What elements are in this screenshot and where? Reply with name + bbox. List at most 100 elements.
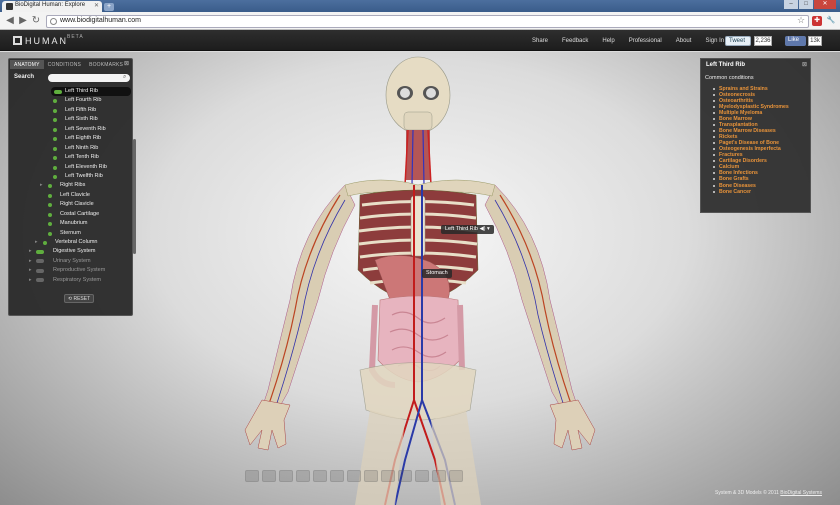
- new-tab-button[interactable]: +: [104, 3, 114, 11]
- audio-icon[interactable]: ◀): [479, 226, 485, 232]
- forward-icon[interactable]: ▶: [17, 15, 29, 27]
- isolate-tool-icon[interactable]: [347, 470, 361, 482]
- visibility-dot-icon[interactable]: [48, 231, 52, 236]
- nav-feedback[interactable]: Feedback: [562, 30, 588, 51]
- tree-item[interactable]: Left Eighth Rib: [9, 134, 127, 143]
- tab-bookmarks[interactable]: BOOKMARKS: [85, 60, 127, 69]
- visibility-dot-icon[interactable]: [53, 108, 57, 113]
- condition-link[interactable]: Bone Cancer: [713, 189, 789, 195]
- tree-item[interactable]: Manubrium: [9, 219, 127, 228]
- expand-icon[interactable]: ▸: [29, 247, 32, 256]
- extension-icon[interactable]: ✚: [812, 16, 822, 26]
- visibility-dot-icon[interactable]: [53, 156, 57, 161]
- info-chevron-icon[interactable]: ▾: [487, 226, 490, 232]
- visibility-dot-icon[interactable]: [53, 99, 57, 104]
- nav-help[interactable]: Help: [602, 30, 614, 51]
- select-tool-icon[interactable]: [296, 470, 310, 482]
- fade-tool-icon[interactable]: [330, 470, 344, 482]
- visibility-toggle-icon[interactable]: [36, 278, 44, 283]
- visibility-toggle-icon[interactable]: [36, 259, 44, 264]
- tree-item[interactable]: Left Eleventh Rib: [9, 163, 127, 172]
- visibility-dot-icon[interactable]: [53, 137, 57, 142]
- annotate-tool-icon[interactable]: [398, 470, 412, 482]
- tree-item[interactable]: Left Ninth Rib: [9, 144, 127, 153]
- rib-hover-label[interactable]: Left Third Rib ◀) ▾: [441, 225, 494, 234]
- tree-item-left-third-rib[interactable]: Left Third Rib: [51, 87, 131, 97]
- bookmark-star-icon[interactable]: ☆: [797, 15, 805, 26]
- tree-item[interactable]: Right Clavicle: [9, 200, 127, 209]
- pan-tool-icon[interactable]: [262, 470, 276, 482]
- search-input[interactable]: [48, 74, 130, 82]
- tree-item[interactable]: Costal Cartilage: [9, 210, 127, 219]
- visibility-dot-icon[interactable]: [43, 241, 47, 245]
- visibility-dot-icon[interactable]: [48, 203, 52, 208]
- nav-sign-in[interactable]: Sign In: [705, 30, 724, 51]
- biodigital-link[interactable]: BioDigital Systems: [780, 490, 822, 496]
- search-icon[interactable]: ⌕: [123, 74, 126, 81]
- visibility-dot-icon[interactable]: [48, 184, 52, 189]
- visibility-dot-icon[interactable]: [48, 193, 52, 198]
- fullscreen-tool-icon[interactable]: [449, 470, 463, 482]
- search-label: Search: [14, 74, 35, 80]
- visibility-toggle-icon[interactable]: [54, 89, 62, 94]
- tree-item[interactable]: Left Clavicle: [9, 191, 127, 200]
- tree-item-system[interactable]: ▸ Urinary System: [9, 257, 127, 266]
- nav-share[interactable]: Share: [532, 30, 548, 51]
- maximize-button[interactable]: □: [799, 0, 813, 9]
- nav-professional[interactable]: Professional: [629, 30, 662, 51]
- tree-item-system[interactable]: ▸ Reproductive System: [9, 266, 127, 275]
- visibility-toggle-icon[interactable]: [36, 249, 44, 254]
- hide-tool-icon[interactable]: [313, 470, 327, 482]
- expand-icon[interactable]: ▸: [29, 266, 32, 275]
- visibility-dot-icon[interactable]: [48, 222, 52, 227]
- like-count: 13k: [808, 36, 822, 46]
- tree-item-system[interactable]: ▸ Digestive System: [9, 247, 127, 256]
- stomach-hover-label[interactable]: Stomach: [422, 269, 452, 278]
- tweet-button[interactable]: Tweet: [725, 36, 751, 46]
- tab-close-icon[interactable]: ✕: [94, 2, 99, 9]
- undo-tool-icon[interactable]: [364, 470, 378, 482]
- tree-item[interactable]: Sternum: [9, 229, 127, 238]
- visibility-dot-icon[interactable]: [53, 165, 57, 170]
- visibility-dot-icon[interactable]: [53, 146, 57, 151]
- window-close-button[interactable]: ✕: [814, 0, 836, 9]
- expand-icon[interactable]: ▸: [35, 238, 38, 247]
- tree-item[interactable]: Left Tenth Rib: [9, 153, 127, 162]
- visibility-toggle-icon[interactable]: [36, 268, 44, 273]
- conditions-list: Sprains and Strains Osteonecrosis Osteoa…: [713, 86, 789, 195]
- expand-icon[interactable]: ▸: [40, 181, 43, 190]
- expand-icon[interactable]: ▸: [29, 257, 32, 266]
- tree-item-system[interactable]: ▸ Respiratory System: [9, 276, 127, 285]
- rotate-tool-icon[interactable]: [245, 470, 259, 482]
- expand-icon[interactable]: ▸: [29, 276, 32, 285]
- back-icon[interactable]: ◀: [4, 15, 16, 27]
- browser-tab[interactable]: BioDigital Human: Explore ✕: [2, 1, 102, 12]
- visibility-dot-icon[interactable]: [53, 127, 57, 132]
- address-bar[interactable]: www.biodigitalhuman.com: [46, 15, 809, 28]
- minimize-button[interactable]: –: [784, 0, 798, 9]
- tree-item[interactable]: Left Twelfth Rib: [9, 172, 127, 181]
- tree-item[interactable]: ▸ Vertebral Column: [9, 238, 127, 247]
- wrench-icon[interactable]: 🔧: [826, 16, 836, 26]
- visibility-dot-icon[interactable]: [48, 212, 52, 217]
- tree-item[interactable]: ▸ Right Ribs: [9, 181, 127, 190]
- screenshot-tool-icon[interactable]: [432, 470, 446, 482]
- tree-item[interactable]: Left Seventh Rib: [9, 125, 127, 134]
- reset-button[interactable]: ⟲ RESET: [64, 294, 94, 303]
- panel-close-icon[interactable]: ⊠: [124, 60, 129, 67]
- tree-item[interactable]: Left Fourth Rib: [9, 96, 127, 105]
- visibility-dot-icon[interactable]: [53, 118, 57, 123]
- info-panel-close-icon[interactable]: ⊠: [802, 61, 807, 68]
- tree-item[interactable]: Left Fifth Rib: [9, 106, 127, 115]
- dissect-tool-icon[interactable]: [381, 470, 395, 482]
- visibility-dot-icon[interactable]: [53, 174, 57, 179]
- zoom-tool-icon[interactable]: [279, 470, 293, 482]
- tree-item[interactable]: Left Sixth Rib: [9, 115, 127, 124]
- tab-conditions[interactable]: CONDITIONS: [44, 60, 85, 69]
- like-button[interactable]: Like: [785, 36, 806, 46]
- pin-tool-icon[interactable]: [415, 470, 429, 482]
- tree-scrollbar[interactable]: [133, 139, 136, 254]
- reload-icon[interactable]: ↻: [30, 15, 42, 27]
- tab-anatomy[interactable]: ANATOMY: [10, 60, 44, 69]
- nav-about[interactable]: About: [676, 30, 692, 51]
